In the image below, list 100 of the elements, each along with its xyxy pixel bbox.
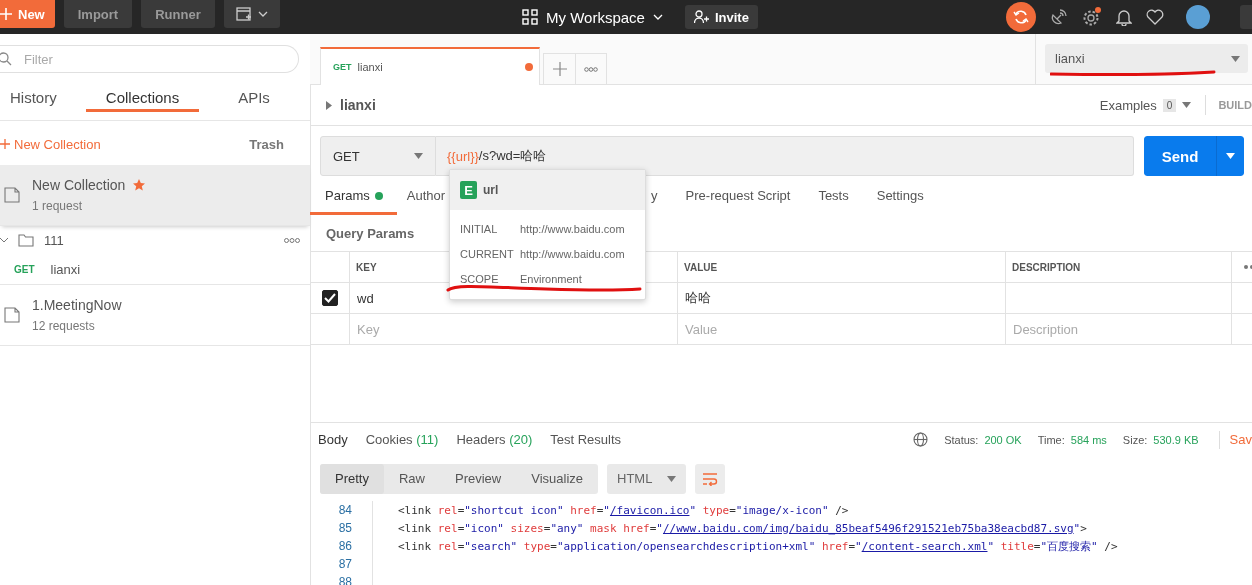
caret-icon bbox=[667, 475, 677, 482]
workspace-name[interactable]: My Workspace bbox=[546, 8, 645, 26]
caret-icon bbox=[1226, 153, 1235, 159]
folder-name: 111 bbox=[44, 232, 64, 248]
request-name: lianxi bbox=[340, 97, 376, 113]
request-option-tab[interactable]: Settings bbox=[876, 176, 924, 215]
plus-icon bbox=[0, 139, 10, 149]
request-option-tab[interactable]: Author bbox=[406, 176, 446, 215]
wrap-icon bbox=[702, 471, 719, 486]
caret-icon bbox=[1182, 102, 1192, 108]
folder-icon bbox=[18, 233, 34, 247]
trash-button[interactable]: Trash bbox=[243, 135, 290, 153]
send-button[interactable]: Send bbox=[1144, 136, 1216, 176]
request-option-tab[interactable]: Pre-request Script bbox=[685, 176, 791, 215]
checkbox[interactable] bbox=[321, 290, 338, 306]
collection-item[interactable]: 1.MeetingNow 12 requests bbox=[0, 285, 310, 346]
avatar[interactable] bbox=[1186, 5, 1210, 29]
response-tab[interactable]: Body bbox=[318, 432, 364, 447]
sidebar-tab[interactable]: Collections bbox=[86, 83, 199, 112]
collection-name: 1.MeetingNow bbox=[32, 297, 122, 313]
satellite-icon[interactable] bbox=[1050, 8, 1068, 26]
grid-icon bbox=[522, 9, 538, 25]
variable-field-label: SCOPE bbox=[460, 272, 500, 285]
new-window-button[interactable] bbox=[223, 0, 280, 28]
line-number: 84 bbox=[310, 501, 373, 519]
sidebar-tab[interactable]: APIs bbox=[199, 83, 309, 112]
code-line: <link rel="icon" sizes="any" mask href="//www.baidu.com/img/baidu_85beaf5496f291521eb75ba38eacbd87.svg"> bbox=[397, 521, 1087, 535]
variable-field-value: http://www.baidu.com bbox=[520, 222, 625, 235]
collection-icon bbox=[4, 307, 20, 323]
sidebar-tab[interactable]: History bbox=[0, 83, 86, 112]
star-icon[interactable] bbox=[133, 179, 146, 191]
chevron-icon bbox=[257, 11, 268, 17]
request-tab[interactable]: GET lianxi bbox=[320, 47, 540, 85]
view-mode-tab[interactable]: Visualize bbox=[516, 463, 599, 494]
code-line: <link rel="shortcut icon" href="/favicon.ico" type="image/x-icon" /> bbox=[397, 503, 849, 517]
environment-select[interactable]: lianxi bbox=[1045, 44, 1248, 73]
window-icon bbox=[235, 6, 252, 22]
request-option-tab[interactable]: y bbox=[651, 176, 658, 215]
caret-icon bbox=[1231, 55, 1240, 62]
plus-icon bbox=[552, 62, 567, 76]
time-value: 584 ms bbox=[1070, 433, 1107, 446]
request-count: 1 request bbox=[32, 199, 84, 213]
sync-icon bbox=[1013, 9, 1029, 25]
settings-icon[interactable] bbox=[1082, 7, 1102, 27]
method-label: GET bbox=[14, 263, 35, 275]
size-value: 530.9 KB bbox=[1153, 433, 1199, 446]
status-label: Status: bbox=[944, 433, 979, 446]
expand-arrow-icon[interactable] bbox=[326, 100, 332, 110]
more-icon[interactable] bbox=[284, 237, 300, 243]
line-number: 86 bbox=[310, 537, 373, 555]
expanded-chevron-icon[interactable] bbox=[0, 236, 8, 244]
request-option-tab[interactable]: Params bbox=[310, 176, 397, 215]
size-label: Size: bbox=[1122, 433, 1148, 446]
column-header: DESCRIPTION bbox=[1006, 252, 1232, 283]
collection-icon bbox=[4, 187, 20, 203]
line-number: 87 bbox=[310, 555, 373, 573]
more-icon[interactable] bbox=[1244, 265, 1252, 269]
column-header: VALUE bbox=[678, 252, 1006, 283]
notifications-icon[interactable] bbox=[1116, 8, 1132, 26]
collection-item[interactable]: New Collection 1 request bbox=[0, 165, 310, 226]
request-option-tab[interactable]: Tests bbox=[818, 176, 849, 215]
request-name: lianxi bbox=[50, 261, 81, 277]
request-count: 12 requests bbox=[32, 319, 96, 333]
view-mode-tab[interactable]: Preview bbox=[440, 463, 517, 494]
search-icon bbox=[0, 52, 12, 66]
code-line: <link rel="search" type="application/opensearchdescription+xml" href="/content-search.xml" title="百度搜索" /> bbox=[397, 538, 1118, 554]
time-label: Time: bbox=[1037, 433, 1065, 446]
heart-icon[interactable] bbox=[1146, 9, 1164, 25]
caret-icon bbox=[414, 153, 423, 159]
folder-item[interactable]: 111 bbox=[0, 226, 310, 254]
response-tab[interactable]: Headers (20) bbox=[456, 432, 549, 447]
examples-count: 0 bbox=[1162, 98, 1177, 112]
plus-icon bbox=[0, 8, 12, 20]
response-tab[interactable]: Test Results bbox=[550, 432, 638, 447]
method-select[interactable]: GET bbox=[320, 136, 436, 176]
invite-button[interactable]: Invite bbox=[684, 5, 758, 29]
format-select[interactable]: HTML bbox=[607, 463, 687, 494]
collection-name: New Collection bbox=[32, 177, 126, 193]
send-options-button[interactable] bbox=[1216, 136, 1244, 176]
status-value: 200 OK bbox=[984, 433, 1022, 446]
chevron-icon bbox=[652, 14, 663, 20]
response-tab[interactable]: Cookies (11) bbox=[365, 432, 455, 447]
url-field[interactable]: {{url}}/s?wd=哈哈 bbox=[436, 136, 1134, 176]
variable-name: url bbox=[483, 183, 499, 197]
variable-field-label: INITIAL bbox=[460, 222, 499, 235]
runner-button[interactable]: Runner bbox=[141, 0, 215, 28]
request-item[interactable]: GET lianxi bbox=[0, 254, 310, 284]
wrap-button[interactable] bbox=[695, 463, 726, 494]
import-button[interactable]: Import bbox=[63, 0, 133, 28]
section-title: Query Params bbox=[326, 225, 415, 241]
view-mode-tab[interactable]: Pretty bbox=[320, 463, 384, 494]
scope-badge: E bbox=[460, 181, 477, 199]
view-mode-tab[interactable]: Raw bbox=[383, 463, 440, 494]
line-number: 85 bbox=[310, 519, 373, 537]
examples-label[interactable]: Examples bbox=[1099, 97, 1157, 113]
param-value[interactable]: 哈哈 bbox=[678, 283, 1006, 314]
more-icon bbox=[584, 66, 598, 72]
variable-field-value: Environment bbox=[520, 272, 582, 285]
sync-button[interactable] bbox=[1006, 2, 1036, 32]
add-person-icon bbox=[693, 10, 709, 24]
